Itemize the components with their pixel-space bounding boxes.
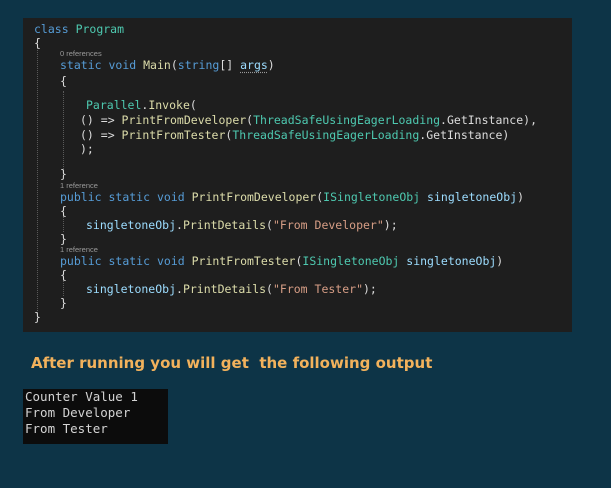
keyword: public (60, 190, 102, 204)
code-line-parallel-invoke: Parallel.Invoke( (86, 98, 197, 113)
open-brace: { (60, 74, 67, 88)
code-line-class: class Program (34, 22, 124, 37)
keyword: void (156, 254, 185, 268)
method-name: PrintDetails (182, 218, 267, 232)
code-line-lambda-developer: () => PrintFromDeveloper(ThreadSafeUsing… (80, 113, 537, 128)
punctuation: . (440, 113, 447, 127)
class-name: Program (75, 22, 125, 36)
close-brace: } (34, 310, 41, 324)
type-name: ISingletoneObj (302, 254, 400, 268)
lambda-arrow: () => (80, 113, 122, 127)
parameter-name: singletoneObj (406, 254, 497, 268)
open-brace: { (60, 268, 67, 282)
punctuation: ) (517, 190, 524, 204)
console-line: From Developer (25, 405, 131, 420)
method-name: PrintFromTester (121, 128, 226, 142)
punctuation: ( (170, 58, 178, 72)
punctuation: [] (219, 58, 241, 72)
punctuation: ( (266, 282, 273, 296)
variable-name: singletoneObj (86, 282, 177, 296)
method-name: PrintFromDeveloper (121, 113, 247, 127)
keyword: public (60, 254, 102, 268)
keyword: class (34, 22, 69, 36)
code-line-brace: { (60, 204, 67, 219)
punctuation: ( (266, 218, 273, 232)
code-line-invoke-close: ); (80, 142, 94, 157)
open-brace: { (34, 36, 41, 50)
code-line-brace: } (60, 296, 67, 311)
code-line-lambda-tester: () => PrintFromTester(ThreadSafeUsingEag… (80, 128, 509, 143)
parameter-name: singletoneObj (427, 190, 518, 204)
type-name: ThreadSafeUsingEagerLoading (253, 113, 441, 127)
console-line: Counter Value 1 (25, 389, 138, 404)
method-name: Invoke (148, 98, 190, 112)
code-line-developer-body: singletoneObj.PrintDetails("From Develop… (86, 218, 398, 233)
code-editor-panel: class Program { 0 references static void… (23, 18, 572, 332)
code-line-tester-signature: public static void PrintFromTester(ISing… (60, 254, 503, 269)
indent-guide (63, 91, 64, 171)
keyword: string (177, 58, 220, 72)
code-line-brace: { (34, 36, 41, 51)
string-literal: "From Developer" (272, 218, 384, 232)
punctuation: . (176, 282, 183, 296)
punctuation: ) (502, 128, 510, 142)
keyword: static (108, 254, 151, 268)
method-name: Main (143, 58, 171, 72)
code-line-main-signature: static void Main(string[] args) (60, 58, 275, 73)
variable-name: singletoneObj (86, 218, 177, 232)
close-brace: } (60, 296, 67, 310)
open-brace: { (60, 204, 67, 218)
punctuation: ( (189, 98, 197, 112)
keyword: static (60, 58, 102, 72)
string-literal: "From Tester" (272, 282, 363, 296)
keyword: void (108, 58, 137, 72)
punctuation: . (176, 218, 183, 232)
type-name: ThreadSafeUsingEagerLoading (232, 128, 420, 142)
code-line-brace: { (60, 74, 67, 89)
code-line-brace: } (60, 167, 67, 182)
code-line-tester-body: singletoneObj.PrintDetails("From Tester"… (86, 282, 377, 297)
parameter-name: args (240, 58, 268, 72)
type-name: ISingletoneObj (323, 190, 421, 204)
keyword: static (108, 190, 151, 204)
code-line-brace: } (34, 310, 41, 325)
console-line: From Tester (25, 421, 108, 436)
method-name: PrintFromTester (191, 254, 296, 268)
lambda-arrow: () => (80, 128, 122, 142)
punctuation: ); (363, 282, 377, 296)
indent-guide (37, 38, 38, 317)
output-heading: After running you will get the following… (31, 354, 433, 372)
punctuation: ); (80, 142, 94, 156)
code-line-developer-signature: public static void PrintFromDeveloper(IS… (60, 190, 524, 205)
member-name: GetInstance (426, 128, 503, 142)
close-brace: } (60, 232, 67, 246)
punctuation: ); (383, 218, 398, 232)
punctuation: ), (523, 113, 538, 127)
member-name: GetInstance (446, 113, 524, 127)
type-name: Parallel (86, 98, 142, 112)
method-name: PrintFromDeveloper (191, 190, 317, 204)
close-brace: } (60, 167, 67, 181)
keyword: void (156, 190, 185, 204)
code-line-brace: { (60, 268, 67, 283)
method-name: PrintDetails (182, 282, 267, 296)
punctuation: ) (267, 58, 275, 72)
console-output: Counter Value 1 From Developer From Test… (23, 389, 168, 444)
punctuation: ) (496, 254, 504, 268)
